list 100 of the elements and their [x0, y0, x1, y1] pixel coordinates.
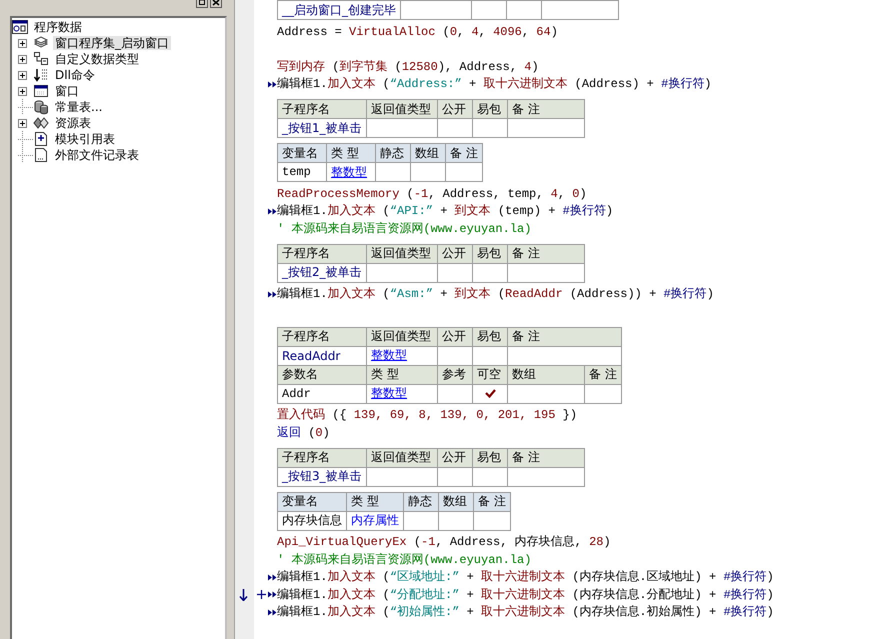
code-line: 编辑框1.加入文本 (“Address:” + 取十六进制文本 (Address) + #换行符) — [277, 76, 712, 92]
header-cell: 参考 — [438, 365, 472, 384]
expand-icon[interactable] — [18, 38, 27, 48]
table-cell — [366, 467, 438, 486]
code-line: 编辑框1.加入文本 (“区域地址:” + 取十六进制文本 (内存块信息.区域地址) + #换行符) — [277, 569, 774, 586]
table-cell — [506, 0, 542, 20]
expand-icon[interactable] — [18, 118, 27, 128]
table-cell: temp — [278, 162, 326, 182]
expand-icon[interactable] — [18, 86, 27, 96]
table-cell: 内存块信息 — [278, 511, 346, 530]
document-plus-icon — [33, 131, 49, 147]
linked-boxes-icon — [33, 51, 49, 67]
table-cell — [474, 511, 510, 530]
code-line: 置入代码 ({ 139, 69, 8, 139, 0, 201, 195 }) — [277, 407, 578, 424]
table-cell — [438, 467, 472, 486]
table-cell: 内存属性 — [346, 511, 404, 530]
header-cell: 数组 — [410, 144, 446, 162]
table-cell — [446, 162, 482, 182]
close-icon[interactable] — [210, 0, 222, 8]
diamonds-icon — [33, 115, 49, 131]
window-icon — [33, 83, 49, 99]
header-cell: 变量名 — [278, 492, 346, 511]
table-cell — [584, 384, 622, 403]
header-cell: 子程序名 — [278, 244, 366, 263]
code-line: 返回 (0) — [277, 424, 330, 441]
code-line: 编辑框1.加入文本 (“分配地址:” + 取十六进制文本 (内存块信息.分配地址) + #换行符) — [277, 586, 774, 603]
table-cell: ReadAddr — [278, 346, 366, 365]
code-line: ' 本源码来自易语言资源网(www.eyuyan.la) — [277, 220, 532, 237]
table-cell — [438, 263, 472, 282]
header-cell: 子程序名 — [278, 448, 366, 467]
header-cell: 子程序名 — [278, 100, 366, 118]
code-line: ' 本源码来自易语言资源网(www.eyuyan.la) — [277, 552, 532, 568]
table-cell — [376, 162, 410, 182]
header-cell: 公开 — [438, 448, 472, 467]
expand-icon[interactable] — [18, 54, 27, 64]
header-cell: 类 型 — [326, 144, 376, 162]
tree-item[interactable]: 模块引用表 — [53, 132, 117, 146]
restore-icon[interactable] — [196, 0, 208, 8]
header-cell: 参数名 — [278, 365, 366, 384]
table-cell — [410, 162, 446, 182]
header-cell: 公开 — [438, 244, 472, 263]
table-cell — [438, 118, 472, 138]
table-cell — [404, 511, 438, 530]
table-cell: __启动窗口_创建完毕 — [278, 0, 400, 20]
header-cell: 备 注 — [446, 144, 482, 162]
header-cell: 静态 — [376, 144, 410, 162]
code-line: 编辑框1.加入文本 (“Asm:” + 到文本 (ReadAddr (Address)) + #换行符) — [277, 286, 714, 302]
tree-item[interactable]: Dll命令 — [53, 68, 97, 82]
table-cell — [400, 0, 472, 20]
code-line: 编辑框1.加入文本 (“API:” + 到文本 (temp) + #换行符) — [277, 203, 614, 220]
header-cell: 备 注 — [508, 100, 584, 118]
header-cell: 变量名 — [278, 144, 326, 162]
header-cell: 类 型 — [366, 365, 438, 384]
header-cell: 类 型 — [346, 492, 404, 511]
expand-icon[interactable] — [18, 70, 27, 80]
header-cell: 子程序名 — [278, 327, 366, 346]
header-cell: 易包 — [472, 100, 508, 118]
header-cell: 静态 — [404, 492, 438, 511]
table-cell: _按钮2_被单击 — [278, 263, 366, 282]
code-line: ReadProcessMemory (-1, Address, temp, 4, 0) — [277, 186, 587, 202]
tree-item[interactable]: 自定义数据类型 — [53, 52, 141, 66]
code-line: Api_VirtualQueryEx (-1, Address, 内存块信息, 28) — [277, 534, 611, 550]
header-cell: 可空 — [472, 365, 508, 384]
tree-item[interactable]: 常量表... — [53, 100, 104, 114]
header-cell: 返回值类型 — [366, 244, 438, 263]
arrow-list-icon — [33, 67, 49, 83]
tree-item[interactable]: 窗口 — [53, 84, 81, 98]
header-cell: 备 注 — [508, 244, 584, 263]
code-line: Address = VirtualAlloc (0, 4, 4096, 64) — [277, 24, 558, 40]
type-link[interactable]: 整数型 — [366, 384, 438, 403]
type-link[interactable]: 整数型 — [326, 162, 376, 182]
header-cell: 返回值类型 — [366, 100, 438, 118]
checkmark-icon — [484, 389, 496, 398]
tree-item[interactable]: 外部文件记录表 — [53, 148, 141, 162]
table-cell: _按钮1_被单击 — [278, 118, 366, 138]
header-cell: 数组 — [438, 492, 474, 511]
header-cell: 返回值类型 — [366, 327, 438, 346]
table-cell — [366, 118, 438, 138]
tree-item[interactable]: 资源表 — [53, 116, 93, 130]
code-line: 编辑框1.加入文本 (“初始属性:” + 取十六进制文本 (内存块信息.初始属性) + #换行符) — [277, 604, 774, 620]
header-cell: 备 注 — [508, 327, 622, 346]
header-cell: 备 注 — [508, 448, 584, 467]
type-link[interactable]: 整数型 — [366, 346, 438, 365]
table-cell — [438, 511, 474, 530]
header-cell: 公开 — [438, 100, 472, 118]
cylinders-icon — [33, 99, 49, 115]
table-cell: Addr — [278, 384, 366, 403]
header-cell: 数组 — [508, 365, 584, 384]
header-cell: 备 注 — [474, 492, 510, 511]
header-cell: 返回值类型 — [366, 448, 438, 467]
table-cell: _按钮3_被单击 — [278, 467, 366, 486]
header-cell: 易包 — [472, 244, 508, 263]
tree-item[interactable]: 窗口程序集_启动窗口 — [53, 36, 171, 50]
table-cell — [438, 346, 472, 365]
header-cell: 公开 — [438, 327, 472, 346]
header-cell: 备 注 — [584, 365, 622, 384]
table-cell — [472, 467, 508, 486]
tree-item[interactable]: 程序数据 — [32, 20, 84, 34]
table-cell — [366, 263, 438, 282]
table-cell — [472, 346, 508, 365]
